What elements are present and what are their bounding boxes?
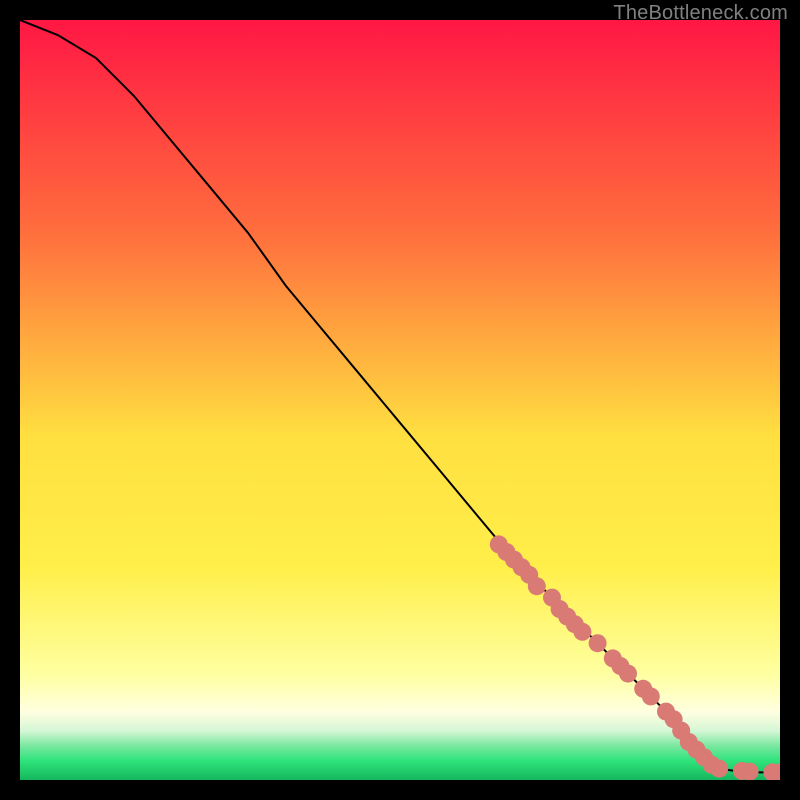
gradient-background — [20, 20, 780, 780]
data-marker — [589, 634, 607, 652]
data-marker — [528, 577, 546, 595]
data-marker — [573, 623, 591, 641]
data-marker — [619, 665, 637, 683]
chart-frame: TheBottleneck.com — [0, 0, 800, 800]
data-marker — [710, 760, 728, 778]
data-marker — [741, 763, 759, 780]
chart-plot — [20, 20, 780, 780]
data-marker — [642, 687, 660, 705]
